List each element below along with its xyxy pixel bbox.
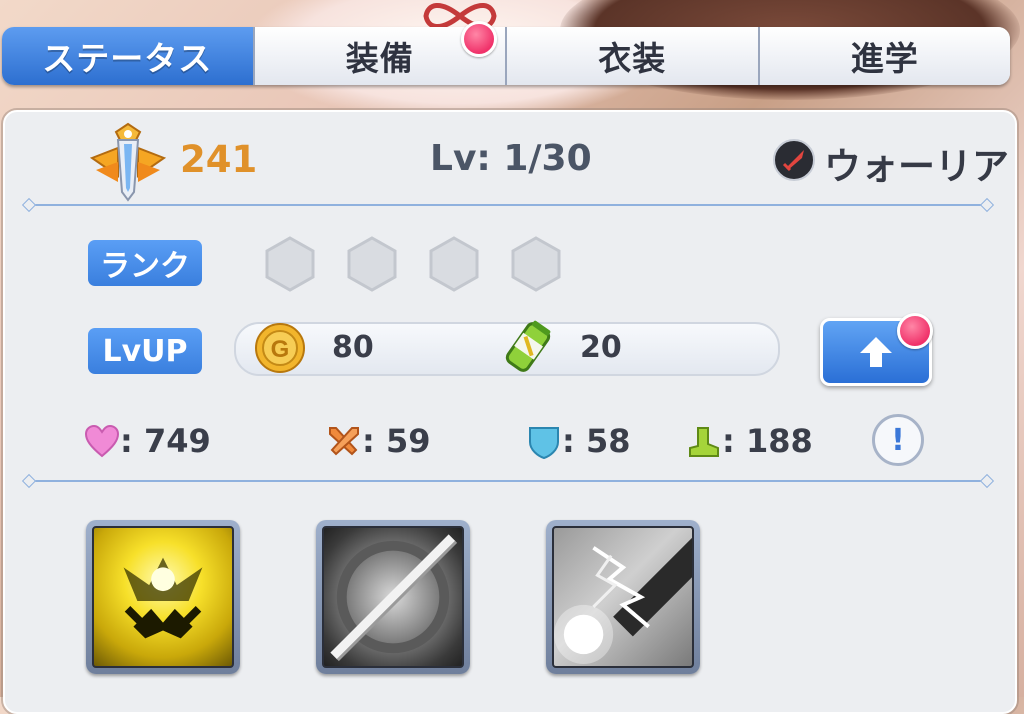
- sword-crest-icon: [89, 122, 167, 202]
- speed-value: : 188: [722, 422, 813, 460]
- heart-icon: [84, 424, 120, 458]
- hp-value: : 749: [120, 422, 211, 460]
- skill-golden-crest-icon: [92, 526, 234, 668]
- divider: [30, 204, 986, 206]
- tab-costume[interactable]: 衣装: [507, 27, 760, 85]
- info-button[interactable]: !: [872, 414, 924, 466]
- notification-dot: [897, 313, 933, 349]
- level-up-button[interactable]: [820, 313, 933, 386]
- skill-slot-3[interactable]: [546, 520, 700, 674]
- svg-text:G: G: [271, 336, 290, 363]
- tab-costume-label: 衣装: [598, 39, 667, 78]
- skill-lightning-icon: [552, 526, 694, 668]
- energy-can-icon: [505, 320, 551, 372]
- gold-coin-icon: G: [255, 323, 305, 373]
- divider: [30, 480, 986, 482]
- lvup-label: LvUP: [88, 328, 202, 374]
- level-text: Lv: 1/30: [430, 138, 592, 179]
- tab-advancement-label: 進学: [850, 39, 919, 78]
- tab-status[interactable]: ステータス: [2, 27, 255, 85]
- power-value: 241: [180, 138, 258, 181]
- crossed-swords-icon: [329, 427, 359, 456]
- notification-dot: [460, 21, 497, 57]
- attack-value: : 59: [362, 422, 431, 460]
- tab-bar: ステータス 装備 衣装 進学: [2, 21, 1010, 85]
- tab-equipment[interactable]: 装備: [254, 21, 507, 85]
- rank-slot-empty: [265, 236, 315, 292]
- defense-value: : 58: [562, 422, 631, 460]
- rank-slot-empty: [429, 236, 479, 292]
- rank-slot-empty: [347, 236, 397, 292]
- skill-slot-1[interactable]: [86, 520, 240, 674]
- boot-icon: [689, 427, 719, 457]
- tab-status-label: ステータス: [42, 39, 213, 78]
- up-arrow-icon: [860, 337, 892, 367]
- tab-equipment-label: 装備: [345, 39, 414, 78]
- coin-cost: 80: [332, 330, 374, 365]
- skill-slot-2[interactable]: [316, 520, 470, 674]
- role-name: ウォーリア: [824, 145, 1009, 188]
- skill-slash-icon: [322, 526, 464, 668]
- tab-advancement[interactable]: 進学: [759, 27, 1010, 85]
- rank-label: ランク: [88, 240, 202, 286]
- sword-role-icon: [773, 139, 815, 181]
- rank-slot-empty: [511, 236, 561, 292]
- shield-icon: [529, 427, 559, 460]
- item-cost: 20: [580, 330, 622, 365]
